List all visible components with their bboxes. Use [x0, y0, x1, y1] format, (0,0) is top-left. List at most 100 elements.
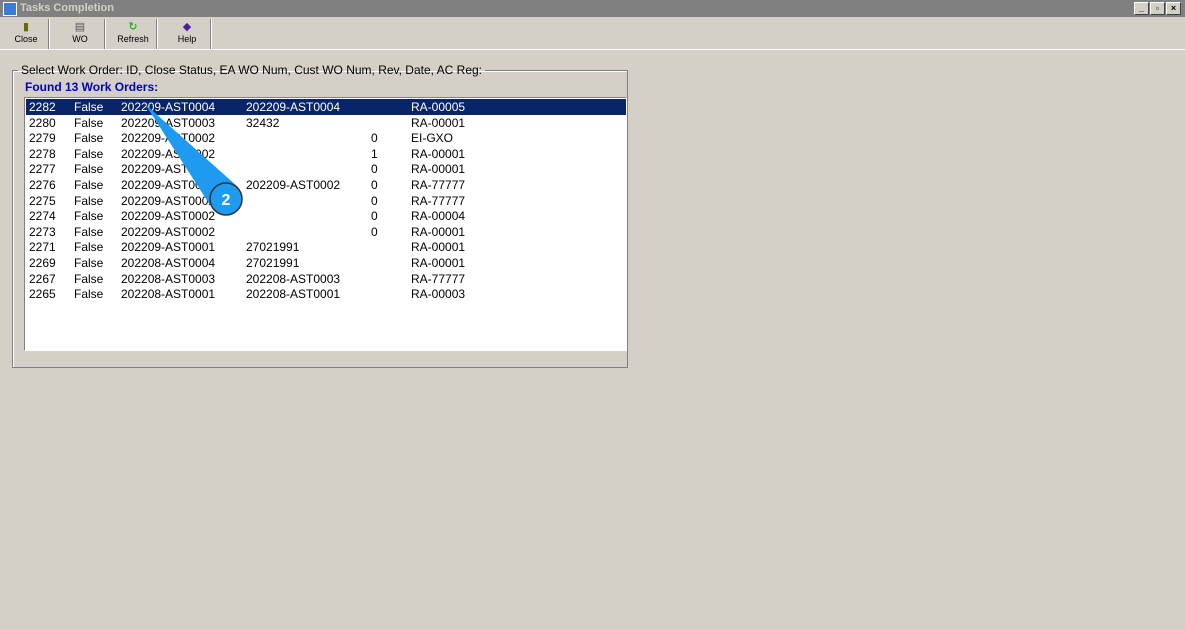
id-cell: 2279 — [29, 131, 56, 146]
ea-wo-num-cell: 202208-AST0001 — [121, 287, 216, 302]
list-item[interactable]: 2282 False 202209-AST0004 202209-AST0004 RA-… — [26, 99, 626, 115]
ea-wo-num-cell: 202209-AST0002 — [121, 178, 216, 192]
close-button[interactable]: ▮ Close — [4, 19, 49, 49]
door-exit-icon: ▮ — [22, 21, 30, 33]
ac-reg-cell: EI-GXO — [411, 131, 454, 146]
list-item[interactable]: 2275 False 202209-AST0002 0 RA-77777 — [26, 193, 626, 209]
id-cell: 2276 — [29, 178, 56, 192]
cust-wo-num-cell: 202209-AST0002 — [246, 178, 341, 192]
title-bar: Tasks Completion _ ▫ × — [0, 0, 1185, 17]
rev-cell: 0 — [371, 178, 378, 192]
close-status-cell: False — [74, 178, 104, 192]
cust-wo-num-cell: 27021991 — [246, 256, 300, 270]
id-cell: 2275 — [29, 193, 56, 208]
rev-cell: 0 — [371, 193, 378, 208]
list-item[interactable]: 2277 False 202209-AST0002 0 RA-00001 — [26, 161, 626, 177]
id-cell: 2269 — [29, 256, 56, 270]
help-button[interactable]: ◆ Help — [164, 19, 211, 49]
rev-cell: 1 — [371, 146, 378, 161]
list-item[interactable]: 2269 False 202208-AST0004 27021991 RA-00001 — [26, 255, 626, 271]
ac-reg-cell: RA-00001 — [411, 146, 466, 161]
help-book-icon: ◆ — [182, 21, 192, 33]
id-cell: 2280 — [29, 115, 56, 130]
rev-cell: 0 — [371, 209, 378, 224]
ac-reg-cell: RA-00001 — [411, 162, 466, 177]
id-cell: 2282 — [29, 100, 56, 114]
app-icon — [3, 2, 17, 16]
ea-wo-num-cell: 202209-AST0002 — [121, 224, 216, 239]
ac-reg-cell: RA-00005 — [411, 100, 466, 114]
ea-wo-num-cell: 202208-AST0004 — [121, 256, 216, 270]
list-item[interactable]: 2279 False 202209-AST0002 0 EI-GXO — [26, 130, 626, 146]
close-status-cell: False — [74, 115, 104, 130]
close-status-cell: False — [74, 146, 104, 161]
cust-wo-num-cell: 202209-AST0004 — [246, 100, 341, 114]
cust-wo-num-cell: 202208-AST0003 — [246, 271, 341, 286]
rev-cell: 0 — [371, 131, 378, 146]
ac-reg-cell: RA-77777 — [411, 271, 466, 286]
close-status-cell: False — [74, 100, 104, 114]
rev-cell: 0 — [371, 224, 378, 239]
wo-button[interactable]: ▤ WO — [56, 19, 105, 49]
help-label: Help — [177, 34, 197, 44]
id-cell: 2265 — [29, 287, 56, 302]
ac-reg-cell: RA-00001 — [411, 224, 466, 239]
close-status-cell: False — [74, 271, 104, 286]
cust-wo-num-cell: 32432 — [246, 115, 280, 130]
id-cell: 2274 — [29, 209, 56, 224]
id-cell: 2267 — [29, 271, 56, 286]
close-status-cell: False — [74, 162, 104, 177]
refresh-button[interactable]: ↻ Refresh — [110, 19, 157, 49]
id-cell: 2277 — [29, 162, 56, 177]
ea-wo-num-cell: 202209-AST0002 — [121, 193, 216, 208]
ac-reg-cell: RA-00001 — [411, 115, 466, 130]
refresh-arrow-icon: ↻ — [128, 21, 138, 33]
id-cell: 2273 — [29, 224, 56, 239]
close-status-cell: False — [74, 287, 104, 302]
printer-icon: ▤ — [74, 21, 86, 33]
list-item[interactable]: 2274 False 202209-AST0002 0 RA-00004 — [26, 208, 626, 224]
close-window-button[interactable]: × — [1166, 2, 1181, 15]
work-order-list[interactable]: 2282 False 202209-AST0004 202209-AST0004 RA-… — [24, 97, 627, 351]
ea-wo-num-cell: 202209-AST0002 — [121, 162, 216, 177]
close-status-cell: False — [74, 256, 104, 270]
list-item[interactable]: 2273 False 202209-AST0002 0 RA-00001 — [26, 224, 626, 240]
close-status-cell: False — [74, 209, 104, 224]
restore-button[interactable]: ▫ — [1150, 2, 1165, 15]
ac-reg-cell: RA-77777 — [411, 178, 466, 192]
wo-label: WO — [72, 34, 88, 44]
list-item[interactable]: 2267 False 202208-AST0003 202208-AST0003 RA-… — [26, 271, 626, 287]
list-item[interactable]: 2276 False 202209-AST0002 202209-AST0002 0 RA… — [26, 177, 626, 193]
id-cell: 2278 — [29, 146, 56, 161]
ea-wo-num-cell: 202209-AST0001 — [121, 240, 216, 255]
list-item[interactable]: 2280 False 202209-AST0003 32432 RA-00001 — [26, 115, 626, 131]
minimize-button[interactable]: _ — [1134, 2, 1149, 15]
ea-wo-num-cell: 202209-AST0002 — [121, 146, 216, 161]
close-status-cell: False — [74, 131, 104, 146]
close-status-cell: False — [74, 240, 104, 255]
ea-wo-num-cell: 202209-AST0004 — [121, 100, 216, 114]
ac-reg-cell: RA-00001 — [411, 240, 466, 255]
window-title: Tasks Completion — [20, 2, 114, 14]
close-status-cell: False — [74, 224, 104, 239]
ea-wo-num-cell: 202208-AST0003 — [121, 271, 216, 286]
ac-reg-cell: RA-00003 — [411, 287, 466, 302]
refresh-label: Refresh — [117, 34, 149, 44]
list-item[interactable]: 2265 False 202208-AST0001 202208-AST0001 RA-… — [26, 286, 626, 302]
list-item[interactable]: 2278 False 202209-AST0002 1 RA-00001 — [26, 146, 626, 162]
ea-wo-num-cell: 202209-AST0002 — [121, 131, 216, 146]
found-count: Found 13 Work Orders: — [25, 80, 159, 94]
close-label: Close — [14, 34, 38, 44]
close-status-cell: False — [74, 193, 104, 208]
toolbar: ▮ Close ▤ WO ↻ Refresh ◆ Help — [0, 18, 1185, 50]
ea-wo-num-cell: 202209-AST0002 — [121, 209, 216, 224]
list-item[interactable]: 2271 False 202209-AST0001 27021991 RA-00001 — [26, 239, 626, 255]
ac-reg-cell: RA-00004 — [411, 209, 466, 224]
cust-wo-num-cell: 202208-AST0001 — [246, 287, 341, 302]
cust-wo-num-cell: 27021991 — [246, 240, 300, 255]
id-cell: 2271 — [29, 240, 56, 255]
group-legend: Select Work Order: ID, Close Status, EA … — [21, 63, 483, 77]
ea-wo-num-cell: 202209-AST0003 — [121, 115, 216, 130]
rev-cell: 0 — [371, 162, 378, 177]
ac-reg-cell: RA-00001 — [411, 256, 466, 270]
